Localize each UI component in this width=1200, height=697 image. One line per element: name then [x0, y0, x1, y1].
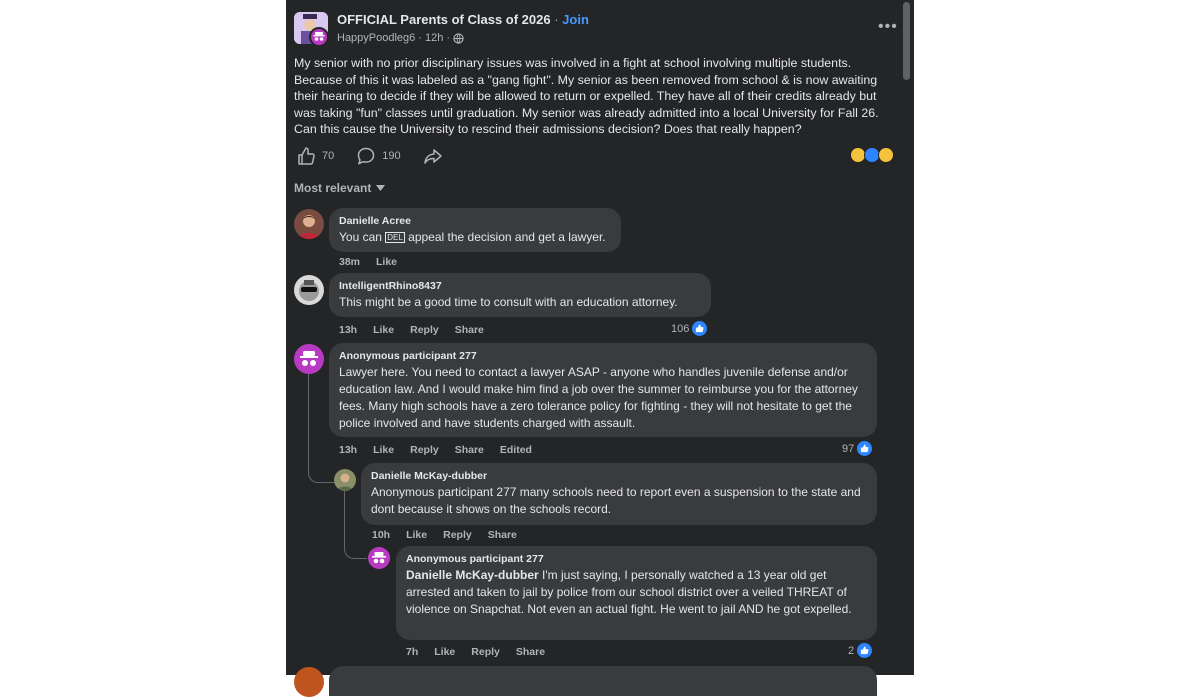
- globe-icon: [453, 32, 464, 44]
- comment-text: You can DEL appeal the decision and get …: [339, 229, 611, 246]
- reply-button[interactable]: Reply: [410, 444, 439, 456]
- avatar[interactable]: [334, 469, 356, 491]
- comment-text-part: appeal the decision and get a lawyer.: [404, 230, 606, 244]
- avatar[interactable]: [294, 667, 324, 697]
- post-time[interactable]: 12h: [425, 32, 443, 44]
- comment-bubble: Danielle Acree You can DEL appeal the de…: [329, 208, 621, 252]
- like-badge-icon: [692, 321, 708, 336]
- comment-button[interactable]: 190: [356, 146, 401, 166]
- post-meta: HappyPoodleg6 · 12h ·: [337, 32, 464, 44]
- share-button[interactable]: [423, 146, 443, 166]
- more-options-button[interactable]: •••: [878, 18, 898, 36]
- comment-bubble: Anonymous participant 277 Lawyer here. Y…: [329, 343, 877, 437]
- avatar[interactable]: [294, 209, 324, 239]
- reaction-count: 97: [842, 442, 855, 455]
- comment-reactions[interactable]: 2: [848, 643, 873, 658]
- commenter-name[interactable]: Danielle McKay-dubber: [371, 470, 867, 482]
- group-name-link[interactable]: OFFICIAL Parents of Class of 2026: [337, 12, 551, 27]
- share-comment-button[interactable]: Share: [455, 444, 484, 456]
- sort-dropdown[interactable]: Most relevant: [294, 181, 386, 195]
- edited-label: Edited: [499, 444, 532, 456]
- comment-reactions[interactable]: 106: [671, 321, 708, 336]
- like-comment-button[interactable]: Like: [406, 529, 427, 541]
- avatar[interactable]: [294, 344, 324, 374]
- anonymous-icon: [309, 27, 329, 47]
- share-icon: [423, 149, 442, 164]
- reply-button[interactable]: Reply: [471, 646, 500, 658]
- comment-meta: 7h Like Reply Share: [406, 646, 545, 658]
- like-button[interactable]: 70: [296, 146, 334, 166]
- reply-bubble: Anonymous participant 277 Danielle McKay…: [396, 546, 877, 640]
- comment-text-part: You can: [339, 230, 386, 244]
- commenter-name[interactable]: Danielle Acree: [339, 215, 611, 227]
- post-body: My senior with no prior disciplinary iss…: [294, 56, 879, 137]
- comment-count: 190: [382, 150, 401, 162]
- avatar[interactable]: [294, 275, 324, 305]
- share-comment-button[interactable]: Share: [488, 529, 517, 541]
- comment-time[interactable]: 13h: [339, 324, 357, 336]
- comment-icon: [357, 147, 375, 165]
- like-comment-button[interactable]: Like: [373, 444, 394, 456]
- separator: ·: [446, 32, 450, 44]
- thumbs-up-icon: [298, 147, 315, 165]
- reply-button[interactable]: Reply: [443, 529, 472, 541]
- comment-meta: 13h Like Reply Share: [339, 324, 484, 336]
- like-comment-button[interactable]: Like: [434, 646, 455, 658]
- like-badge-icon: [857, 643, 873, 658]
- commenter-name[interactable]: Anonymous participant 277: [406, 553, 867, 565]
- comment-reactions[interactable]: 97: [842, 441, 873, 456]
- reaction-summary[interactable]: [850, 147, 894, 163]
- share-comment-button[interactable]: Share: [516, 646, 545, 658]
- unsupported-emoji-glyph: DEL: [385, 232, 405, 243]
- post-actions: 70 190: [296, 146, 465, 166]
- comment-text: Lawyer here. You need to contact a lawye…: [339, 365, 858, 430]
- comment-time[interactable]: 13h: [339, 444, 357, 456]
- like-badge-icon: [857, 441, 873, 456]
- comment-bubble: [329, 666, 877, 696]
- reply-button[interactable]: Reply: [410, 324, 439, 336]
- author-name[interactable]: HappyPoodleg6: [337, 32, 415, 44]
- comment-time[interactable]: 38m: [339, 256, 360, 268]
- commenter-name[interactable]: Anonymous participant 277: [339, 350, 867, 362]
- separator: ·: [418, 32, 422, 44]
- share-comment-button[interactable]: Share: [455, 324, 484, 336]
- avatar[interactable]: [368, 547, 390, 569]
- comment-text: This might be a good time to consult wit…: [339, 295, 678, 309]
- like-comment-button[interactable]: Like: [376, 256, 397, 268]
- comment-meta: 38m Like: [339, 256, 397, 268]
- scrollbar[interactable]: [903, 2, 910, 80]
- like-count: 70: [322, 150, 335, 162]
- comment-meta: 10h Like Reply Share: [372, 529, 517, 541]
- reaction-count: 106: [671, 322, 690, 335]
- comment-text: Anonymous participant 277 many schools n…: [371, 485, 861, 516]
- separator: ·: [550, 12, 563, 27]
- join-button[interactable]: Join: [562, 12, 589, 27]
- commenter-name[interactable]: IntelligentRhino8437: [339, 280, 701, 292]
- reaction-count: 2: [848, 644, 855, 657]
- reply-bubble: Danielle McKay-dubber Anonymous particip…: [361, 463, 877, 525]
- comment-bubble: IntelligentRhino8437 This might be a goo…: [329, 273, 711, 317]
- sort-label: Most relevant: [294, 181, 372, 195]
- like-comment-button[interactable]: Like: [373, 324, 394, 336]
- comment-time[interactable]: 7h: [406, 646, 418, 658]
- comment-time[interactable]: 10h: [372, 529, 390, 541]
- comment-meta: 13h Like Reply Share Edited: [339, 444, 532, 456]
- group-title: OFFICIAL Parents of Class of 2026 · Join: [337, 12, 589, 27]
- mention-link[interactable]: Danielle McKay-dubber: [406, 568, 539, 582]
- caret-down-icon: [376, 185, 386, 191]
- comment-text: Danielle McKay-dubber I'm just saying, I…: [406, 567, 867, 618]
- wow-reaction-icon: [878, 147, 894, 163]
